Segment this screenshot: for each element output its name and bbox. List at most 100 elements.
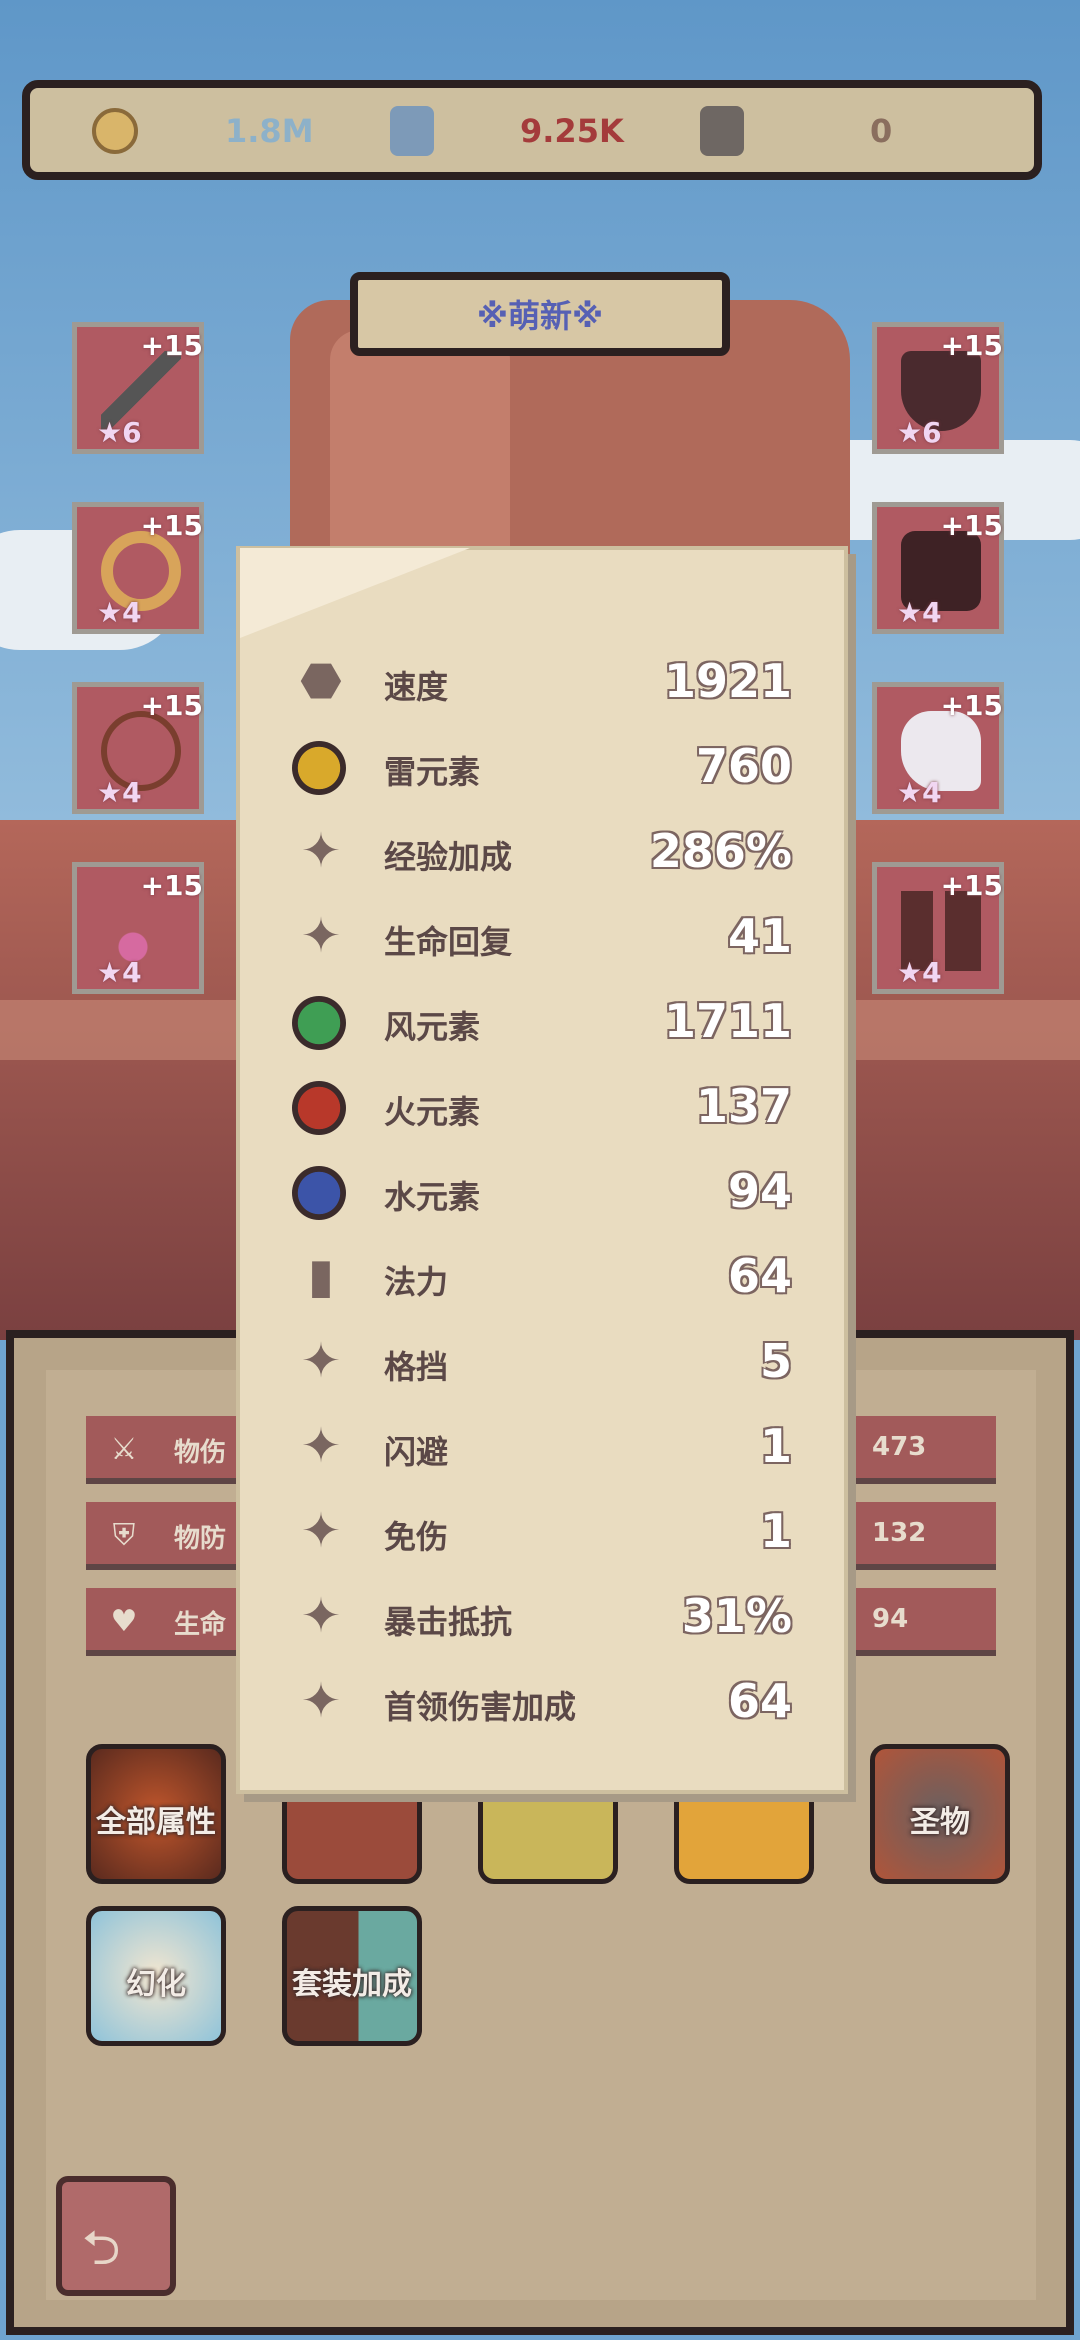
equip-slot-hat[interactable]: +15 ★6 [872,322,1004,454]
sparkle-icon: ✦ [300,908,342,964]
attribute-name: 生命回复 [384,923,513,961]
enhance-level: +15 [140,329,203,362]
equip-slot-ring[interactable]: +15 ★4 [72,502,204,634]
boot-icon: ⬣ [300,653,342,709]
enhance-level: +15 [140,509,203,542]
attribute-name: 首领伤害加成 [384,1688,577,1726]
attribute-name: 水元素 [384,1178,481,1216]
attribute-row: ⬣ 速度 1921 [292,648,792,718]
equip-slot-gloves[interactable]: +15 ★4 [872,682,1004,814]
star-rank: ★6 [97,416,142,449]
attribute-value: 31% [681,1589,792,1643]
sparkle-icon: ✦ [300,1503,342,1559]
stat-row-defense-right: 132 [856,1502,996,1570]
attribute-name: 雷元素 [384,753,481,791]
attribute-name: 法力 [384,1263,449,1301]
attribute-row: ✦ 首领伤害加成 64 [292,1668,792,1738]
blue-rune-icon [390,106,434,156]
enhance-level: +15 [940,329,1003,362]
star-rank: ★4 [97,956,142,989]
attribute-row: ✦ 经验加成 286% [292,818,792,888]
star-rank: ★4 [897,956,942,989]
grey-rune-icon [700,106,744,156]
sword-icon: ⚔ [110,1432,138,1467]
attribute-value: 1711 [663,994,792,1048]
equip-slot-boots[interactable]: +15 ★4 [872,862,1004,994]
attribute-value: 1 [759,1504,792,1558]
attribute-row: 雷元素 760 [292,733,792,803]
attribute-value: 41 [727,909,792,963]
attribute-value: 64 [727,1249,792,1303]
star-rank: ★4 [97,776,142,809]
attribute-row: ✦ 闪避 1 [292,1413,792,1483]
attribute-row: 风元素 1711 [292,988,792,1058]
back-button[interactable]: ⮌ [56,2176,176,2296]
sparkle-icon: ✦ [300,823,342,879]
equip-slot-weapon[interactable]: +15 ★6 [72,322,204,454]
artifact-button[interactable]: 圣物 [870,1744,1010,1884]
attribute-name: 免伤 [384,1518,449,1556]
wind-icon [292,996,346,1050]
gold-coin-icon [92,108,138,154]
star-rank: ★6 [897,416,942,449]
attribute-value: 137 [695,1079,792,1133]
attribute-row: ✦ 免伤 1 [292,1498,792,1568]
enhance-level: +15 [940,509,1003,542]
all-attributes-button[interactable]: 全部属性 [86,1744,226,1884]
fire-icon [292,1081,346,1135]
equip-slot-armor[interactable]: +15 ★4 [872,502,1004,634]
attribute-value: 94 [727,1164,792,1218]
attribute-name: 暴击抵抗 [384,1603,513,1641]
enhance-level: +15 [140,869,203,902]
water-icon [292,1166,346,1220]
stat-row-defense-left: ⛨ 物防 [86,1502,246,1570]
shield-icon: ⛨ [112,1518,136,1553]
attribute-name: 火元素 [384,1093,481,1131]
sparkle-icon: ✦ [300,1588,342,1644]
stat-label: 生命 [174,1610,227,1640]
illusion-button[interactable]: 幻化 [86,1906,226,2046]
attribute-value: 286% [649,824,792,878]
enhance-level: +15 [940,869,1003,902]
button-label: 全部属性 [96,1805,216,1840]
stat-label: 物防 [174,1524,227,1554]
stat-row-hp-right: 94 [856,1588,996,1656]
stat-label: 物伤 [174,1438,227,1468]
attribute-name: 风元素 [384,1008,481,1046]
back-arrow-icon: ⮌ [82,2220,121,2276]
equip-slot-earring[interactable]: +15 ★4 [72,862,204,994]
attribute-row: ✦ 暴击抵抗 31% [292,1583,792,1653]
stat-value: 94 [872,1604,909,1634]
attribute-row: 水元素 94 [292,1158,792,1228]
heart-icon: ♥ [110,1604,138,1639]
set-bonus-button[interactable]: 套装加成 [282,1906,422,2046]
book-icon: ▮ [307,1248,335,1304]
attribute-value: 64 [727,1674,792,1728]
sparkle-icon: ✦ [300,1333,342,1389]
attribute-row: ▮ 法力 64 [292,1243,792,1313]
grey-rune-amount: 0 [870,112,893,150]
stat-row-attack-right: 473 [856,1416,996,1484]
attribute-row: ✦ 生命回复 41 [292,903,792,973]
star-rank: ★4 [897,776,942,809]
star-rank: ★4 [97,596,142,629]
attribute-value: 1921 [663,654,792,708]
rune-amount: 9.25K [520,112,624,150]
attribute-name: 闪避 [384,1433,449,1471]
stat-row-hp-left: ♥ 生命 [86,1588,246,1656]
title-banner: ※萌新※ [350,272,730,356]
attribute-name: 速度 [384,668,449,706]
stat-value: 132 [872,1518,927,1548]
star-rank: ★4 [897,596,942,629]
button-label: 套装加成 [292,1967,412,2002]
currency-bar: 1.8M 9.25K 0 [22,80,1042,180]
enhance-level: +15 [940,689,1003,722]
equip-slot-amulet[interactable]: +15 ★4 [72,682,204,814]
stat-value: 473 [872,1432,927,1462]
attribute-row: 火元素 137 [292,1073,792,1143]
attribute-name: 格挡 [384,1348,449,1386]
attribute-value: 5 [759,1334,792,1388]
enhance-level: +15 [140,689,203,722]
stat-row-attack-left: ⚔ 物伤 [86,1416,246,1484]
player-title: ※萌新※ [476,297,604,335]
